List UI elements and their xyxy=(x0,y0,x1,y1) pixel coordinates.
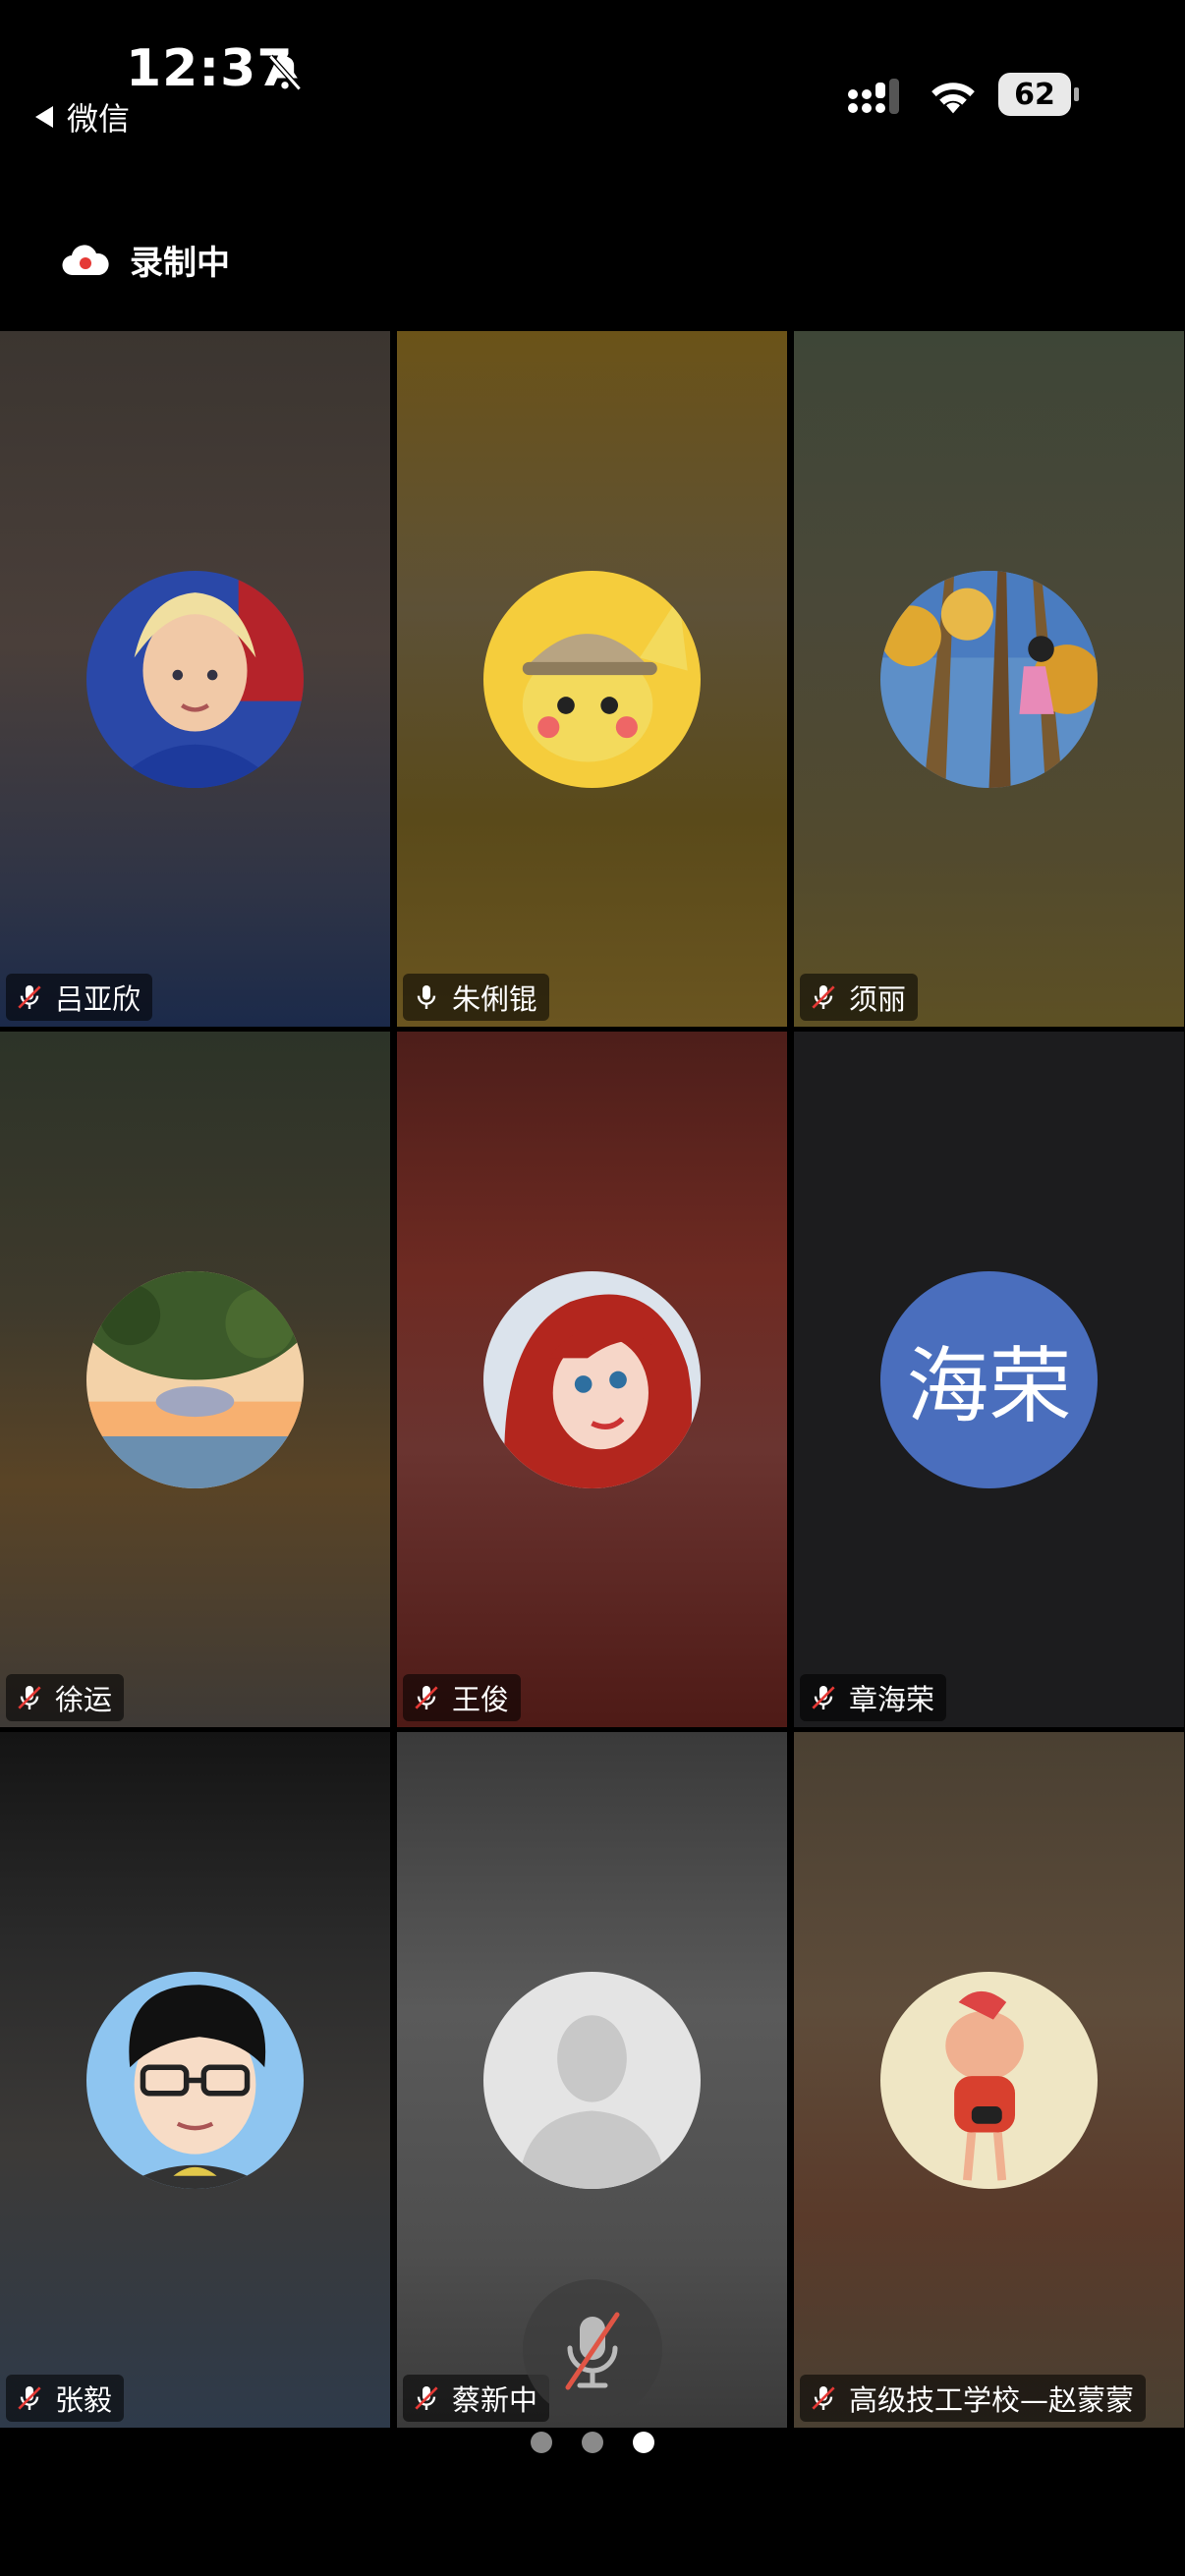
participant-avatar xyxy=(86,1972,304,2189)
wifi-icon xyxy=(931,83,975,114)
mic-muted-icon xyxy=(812,985,835,1009)
participant-tile[interactable]: 吕亚欣 xyxy=(0,331,390,1027)
meeting-screen: 12:37 微信 62 录制中 吕亚欣 朱俐锟 须丽 徐运 王俊 海荣 章海荣 … xyxy=(0,0,1185,2576)
participant-name: 张毅 xyxy=(55,2383,113,2417)
participant-name: 高级技工学校—赵蒙蒙 xyxy=(849,2383,1135,2417)
battery-level: 62 xyxy=(998,73,1071,116)
participant-name-tag: 吕亚欣 xyxy=(6,974,153,1021)
page-dot-active[interactable] xyxy=(633,2432,654,2453)
mic-muted-icon xyxy=(812,1686,835,1709)
participant-name-tag: 须丽 xyxy=(800,974,919,1021)
mic-muted-icon xyxy=(18,1686,41,1709)
participant-avatar xyxy=(880,571,1098,788)
mic-muted-icon xyxy=(415,1686,438,1709)
participant-tile[interactable]: 高级技工学校—赵蒙蒙 xyxy=(794,1732,1184,2428)
cloud-record-icon xyxy=(62,244,109,275)
bell-muted-icon xyxy=(268,54,302,91)
back-arrow-icon xyxy=(35,106,53,128)
participant-avatar xyxy=(483,1972,701,2189)
participant-name: 章海荣 xyxy=(849,1683,935,1716)
mic-muted-icon xyxy=(565,2312,620,2390)
participant-name: 朱俐锟 xyxy=(452,982,538,1016)
mic-icon xyxy=(417,985,436,1009)
participant-name-tag: 徐运 xyxy=(6,1674,125,1721)
battery-indicator: 62 xyxy=(998,73,1079,116)
participant-name-tag: 王俊 xyxy=(403,1674,522,1721)
participant-tile[interactable]: 朱俐锟 xyxy=(397,331,787,1027)
participant-avatar xyxy=(86,571,304,788)
default-user-icon xyxy=(483,1972,701,2189)
cellular-signal-icon xyxy=(848,79,899,114)
back-to-wechat-link[interactable]: 微信 xyxy=(35,94,130,140)
page-dot[interactable] xyxy=(531,2432,552,2453)
mic-muted-icon xyxy=(415,2386,438,2410)
participant-tile[interactable]: 王俊 xyxy=(397,1032,787,1727)
participant-name: 王俊 xyxy=(452,1683,510,1716)
participant-name-tag: 张毅 xyxy=(6,2375,125,2422)
participant-name: 吕亚欣 xyxy=(55,982,141,1016)
participant-name-tag: 高级技工学校—赵蒙蒙 xyxy=(800,2375,1147,2422)
participant-avatar xyxy=(483,1271,701,1488)
recording-label: 录制中 xyxy=(130,244,230,283)
back-label: 微信 xyxy=(67,100,131,138)
unmute-button[interactable] xyxy=(523,2279,662,2419)
mic-muted-icon xyxy=(812,2386,835,2410)
participant-tile[interactable]: 张毅 xyxy=(0,1732,390,2428)
participant-name-tag: 朱俐锟 xyxy=(403,974,550,1021)
participant-avatar xyxy=(483,571,701,788)
participant-name-tag: 章海荣 xyxy=(800,1674,947,1721)
recording-indicator[interactable]: 录制中 xyxy=(61,236,230,284)
mic-muted-icon xyxy=(18,985,41,1009)
participant-name: 须丽 xyxy=(849,982,907,1016)
page-dot[interactable] xyxy=(582,2432,603,2453)
participant-tile[interactable]: 须丽 xyxy=(794,331,1184,1027)
participant-name: 徐运 xyxy=(55,1683,113,1716)
page-indicator[interactable] xyxy=(531,2432,654,2453)
participant-avatar xyxy=(880,1972,1098,2189)
participant-tile[interactable]: 海荣 章海荣 xyxy=(794,1032,1184,1727)
mic-muted-icon xyxy=(18,2386,41,2410)
participant-avatar xyxy=(86,1271,304,1488)
participant-tile[interactable]: 徐运 xyxy=(0,1032,390,1727)
participant-text-avatar: 海荣 xyxy=(880,1271,1098,1488)
